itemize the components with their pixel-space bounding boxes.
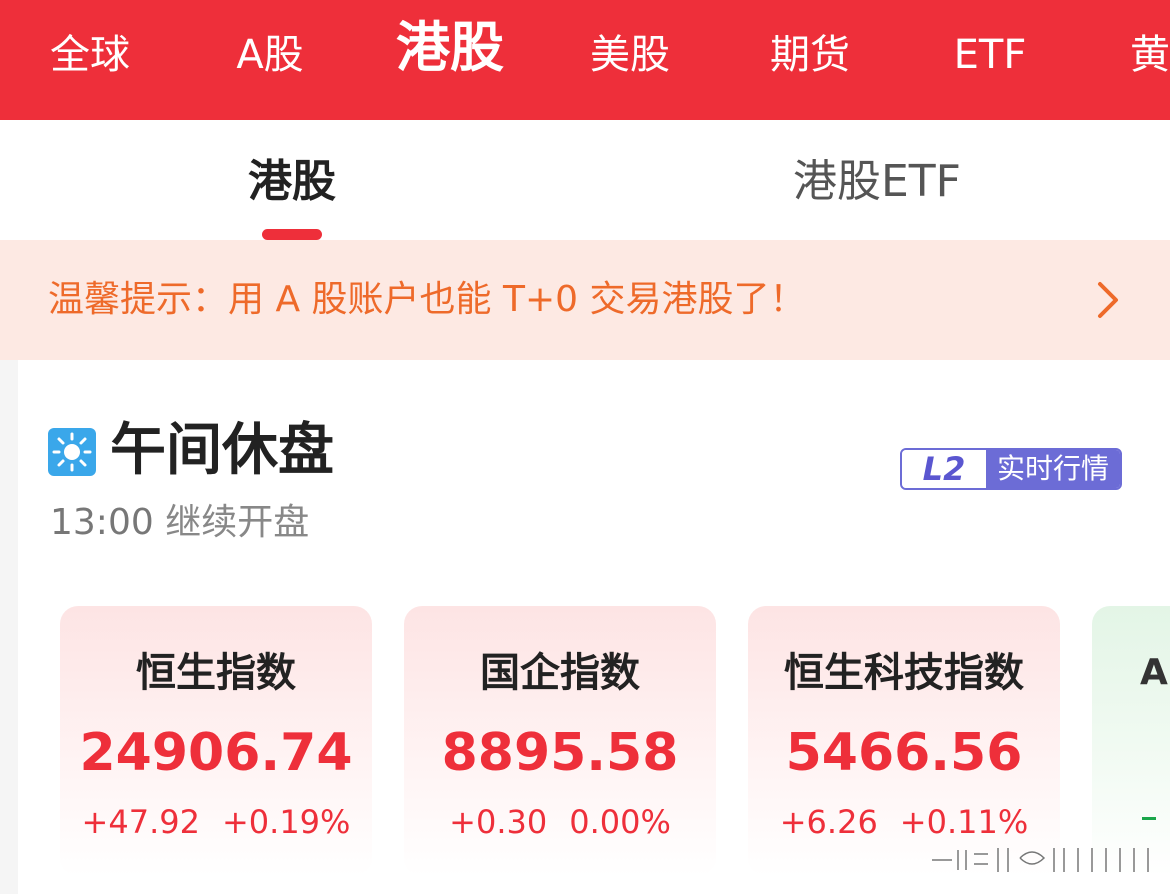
index-value: 8895.58 <box>441 723 679 783</box>
index-change-points: +0.30 <box>449 803 548 841</box>
tab-a-shares[interactable]: A股 <box>236 0 303 110</box>
l2-label: 实时行情 <box>986 450 1120 488</box>
index-value: 5466.56 <box>785 723 1023 783</box>
index-name: 恒生科技指数 <box>784 650 1024 696</box>
tab-futures[interactable]: 期货 <box>770 0 850 110</box>
watermark-icon <box>932 848 1150 872</box>
index-change-pct: +0.19% <box>221 803 351 841</box>
index-change: +47.92 +0.19% <box>60 802 372 842</box>
index-change-points: +47.92 <box>81 803 200 841</box>
sub-tab-bar: 港股 港股ETF <box>0 120 1170 240</box>
subtab-hk-etf[interactable]: 港股ETF <box>793 120 961 240</box>
sun-icon <box>48 428 96 476</box>
market-reopen-info: 13:00 继续开盘 <box>50 500 309 546</box>
active-tab-indicator <box>262 229 322 240</box>
tab-gold[interactable]: 黄 <box>1130 0 1170 110</box>
index-change-points: +6.26 <box>779 803 878 841</box>
reopen-label: 继续开盘 <box>165 502 310 543</box>
index-name: 国企指数 <box>480 650 640 696</box>
down-change-mark <box>1142 817 1156 820</box>
index-change: +6.26 +0.11% <box>748 802 1060 842</box>
tab-hk-stocks[interactable]: 港股 <box>396 0 504 110</box>
market-tab-bar: 全球 A股 港股 美股 期货 ETF 黄 <box>0 0 1170 120</box>
subtab-hk-stocks[interactable]: 港股 <box>248 120 336 240</box>
index-card-hsi[interactable]: 恒生指数 24906.74 +47.92 +0.19% <box>60 606 372 876</box>
index-card-partial[interactable]: A <box>1092 606 1170 876</box>
index-card-hstech[interactable]: 恒生科技指数 5466.56 +6.26 +0.11% <box>748 606 1060 876</box>
index-name: A <box>1140 652 1168 693</box>
index-name: 恒生指数 <box>136 650 296 696</box>
market-status-title: 午间休盘 <box>110 418 334 483</box>
tab-us-stocks[interactable]: 美股 <box>590 0 670 110</box>
index-value: 24906.74 <box>79 723 353 783</box>
index-change-pct: 0.00% <box>569 803 671 841</box>
tab-global[interactable]: 全球 <box>50 0 130 110</box>
notice-banner[interactable]: 温馨提示：用 A 股账户也能 T+0 交易港股了！ <box>0 240 1170 360</box>
index-change-pct: +0.11% <box>899 803 1029 841</box>
tab-etf[interactable]: ETF <box>954 0 1027 110</box>
index-card-hscei[interactable]: 国企指数 8895.58 +0.30 0.00% <box>404 606 716 876</box>
l2-realtime-badge[interactable]: L2 实时行情 <box>900 448 1122 490</box>
l2-level: L2 <box>902 450 986 488</box>
reopen-time: 13:00 <box>50 502 154 543</box>
notice-text: 温馨提示：用 A 股账户也能 T+0 交易港股了！ <box>48 279 806 320</box>
chevron-right-icon <box>1098 282 1118 318</box>
index-change: +0.30 0.00% <box>404 802 716 842</box>
